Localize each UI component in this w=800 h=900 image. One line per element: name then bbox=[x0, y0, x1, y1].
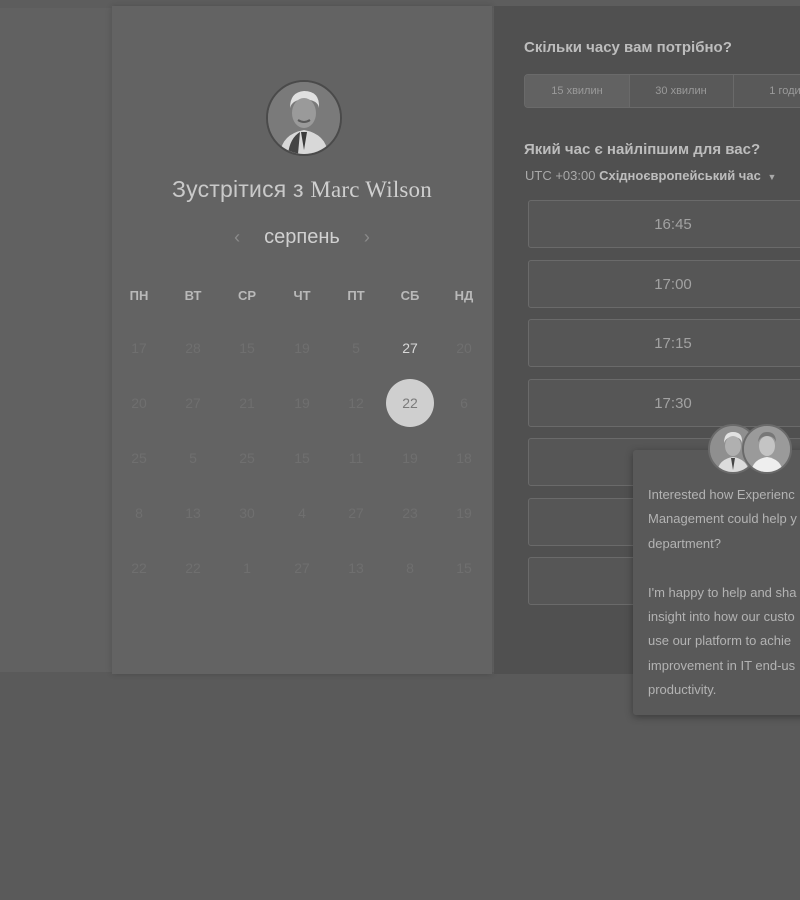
weekday-label: ВТ bbox=[184, 288, 202, 303]
timezone-offset: UTC +03:00 bbox=[525, 168, 596, 183]
duration-question: Скільки часу вам потрібно? bbox=[524, 39, 732, 56]
chevron-left-icon[interactable]: ‹ bbox=[226, 227, 248, 248]
calendar-day[interactable]: 30 bbox=[220, 488, 274, 538]
agent-avatar-2 bbox=[742, 424, 792, 474]
time-slot-button[interactable]: 17:15 bbox=[528, 319, 800, 367]
timezone-name: Східноєвропейський час bbox=[599, 168, 761, 183]
weekday-label: СБ bbox=[400, 288, 420, 303]
chevron-right-icon[interactable]: › bbox=[356, 227, 378, 248]
duration-option[interactable]: 30 хвилин bbox=[629, 75, 734, 107]
calendar-day[interactable]: 12 bbox=[329, 378, 383, 428]
weekday-label: НД bbox=[454, 288, 474, 303]
weekday-label: ПН bbox=[129, 288, 149, 303]
calendar-day[interactable]: 17 bbox=[112, 323, 166, 373]
calendar-day[interactable]: 18 bbox=[437, 433, 491, 483]
calendar-day[interactable]: 25 bbox=[220, 433, 274, 483]
calendar-day-available[interactable]: 27 bbox=[383, 323, 437, 373]
caret-down-icon: ▼ bbox=[767, 172, 777, 182]
calendar-day[interactable]: 4 bbox=[275, 488, 329, 538]
calendar-day[interactable]: 21 bbox=[220, 378, 274, 428]
calendar-day[interactable]: 15 bbox=[220, 323, 274, 373]
day-grid: 17 28 15 19 5 27 20 20 27 21 19 12 22 6 25 5 25 15 11 19 18 8… bbox=[112, 326, 492, 606]
calendar-day[interactable]: 5 bbox=[166, 433, 220, 483]
calendar-day[interactable]: 25 bbox=[112, 433, 166, 483]
calendar-day[interactable]: 27 bbox=[329, 488, 383, 538]
duration-option[interactable]: 1 годи bbox=[733, 75, 800, 107]
host-name: Marc Wilson bbox=[310, 177, 432, 202]
chat-message: Interested how Experienc Management coul… bbox=[648, 487, 797, 698]
host-avatar bbox=[266, 80, 342, 156]
calendar-day[interactable]: 15 bbox=[437, 543, 491, 593]
duration-selector: 15 хвилин 30 хвилин 1 годи bbox=[524, 74, 800, 108]
person-icon bbox=[744, 426, 790, 472]
calendar-day[interactable]: 19 bbox=[275, 323, 329, 373]
calendar-day[interactable]: 22 bbox=[166, 543, 220, 593]
calendar-day-selected[interactable]: 22 bbox=[386, 379, 434, 427]
title-prefix: Зустрітися з bbox=[172, 176, 304, 202]
meeting-title: Зустрітися з Marc Wilson bbox=[112, 176, 492, 203]
calendar-day[interactable]: 22 bbox=[112, 543, 166, 593]
calendar-day[interactable]: 23 bbox=[383, 488, 437, 538]
month-navigation: ‹ серпень › bbox=[112, 226, 492, 249]
calendar-day[interactable]: 1 bbox=[220, 543, 274, 593]
calendar-card: Зустрітися з Marc Wilson ‹ серпень › ПН ВТ С… bbox=[112, 6, 492, 674]
calendar-day[interactable]: 11 bbox=[329, 433, 383, 483]
weekday-header: ПН ВТ СР ЧТ ПТ СБ НД bbox=[112, 288, 492, 308]
time-slot-button[interactable]: 16:45 bbox=[528, 200, 800, 248]
calendar-day[interactable]: 28 bbox=[166, 323, 220, 373]
calendar-day[interactable]: 20 bbox=[437, 323, 491, 373]
calendar-day[interactable]: 13 bbox=[166, 488, 220, 538]
calendar-day[interactable]: 19 bbox=[383, 433, 437, 483]
calendar-day[interactable]: 27 bbox=[275, 543, 329, 593]
calendar-day[interactable]: 15 bbox=[275, 433, 329, 483]
time-slot-button[interactable]: 17:30 bbox=[528, 378, 800, 427]
time-slot-button[interactable]: 17:00 bbox=[528, 259, 800, 308]
calendar-day[interactable]: 13 bbox=[329, 543, 383, 593]
calendar-day[interactable]: 6 bbox=[437, 378, 491, 428]
weekday-label: ПТ bbox=[347, 288, 365, 303]
time-question: Який час є найліпшим для вас? bbox=[524, 141, 761, 158]
calendar-day[interactable]: 19 bbox=[275, 378, 329, 428]
calendar-day[interactable]: 27 bbox=[166, 378, 220, 428]
weekday-label: СР bbox=[237, 288, 257, 303]
calendar-day[interactable]: 20 bbox=[112, 378, 166, 428]
duration-option[interactable]: 15 хвилин bbox=[525, 75, 630, 107]
person-icon bbox=[268, 82, 340, 154]
weekday-label: ЧТ bbox=[293, 288, 311, 303]
calendar-day[interactable]: 5 bbox=[329, 323, 383, 373]
month-label: серпень bbox=[264, 226, 340, 248]
calendar-day[interactable]: 8 bbox=[383, 543, 437, 593]
calendar-day[interactable]: 8 bbox=[112, 488, 166, 538]
calendar-day[interactable]: 19 bbox=[437, 488, 491, 538]
timezone-selector[interactable]: UTC +03:00 Східноєвропейський час ▼ bbox=[525, 168, 776, 183]
chat-popup[interactable]: Interested how Experienc Management coul… bbox=[633, 450, 800, 715]
